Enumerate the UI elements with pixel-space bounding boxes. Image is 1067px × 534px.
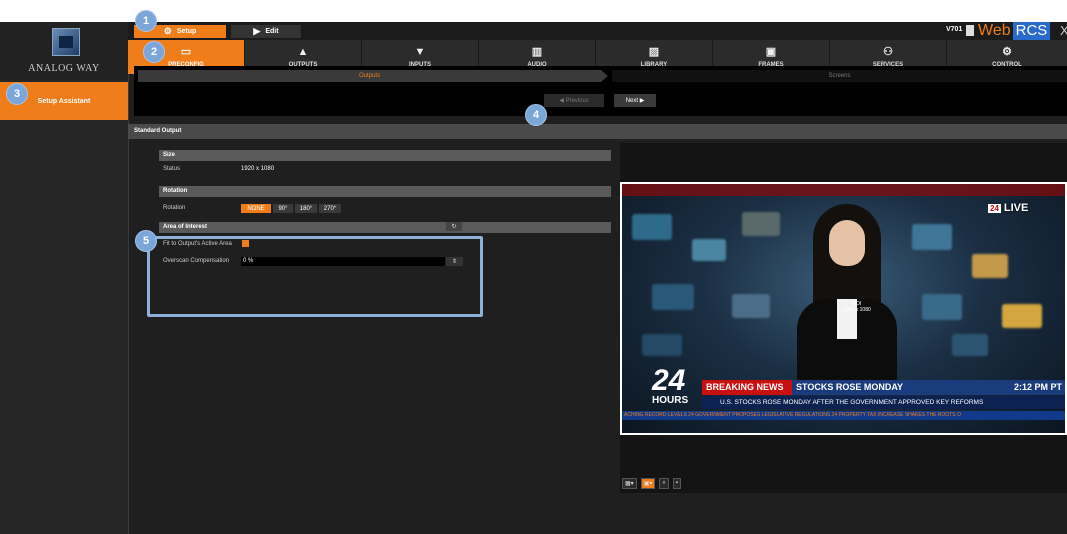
aoi-header: Area of Interest — [159, 222, 611, 233]
gear-icon: ⚙ — [163, 26, 172, 36]
rotation-270-button[interactable]: 270° — [319, 204, 341, 213]
live-text: LIVE — [1003, 202, 1029, 214]
status-label: Status — [163, 166, 181, 172]
rotation-180-button[interactable]: 180° — [295, 204, 317, 213]
preconfig-icon: ▭ — [180, 45, 192, 58]
services-icon: ⚇ — [883, 45, 893, 58]
bokeh-light — [1002, 304, 1042, 328]
rotation-header: Rotation — [159, 186, 611, 197]
analog-way-logo-icon — [52, 28, 80, 56]
aoi-highlight-box — [147, 236, 483, 317]
bokeh-light — [732, 294, 770, 318]
wizard-step-outputs[interactable]: Outputs — [138, 70, 601, 82]
bokeh-light — [692, 239, 726, 261]
live-channel-number: 24 — [988, 203, 1001, 213]
callout-2: 2 — [143, 41, 165, 63]
frames-icon: ▣ — [765, 45, 777, 58]
status-value: 1920 x 1080 — [241, 166, 275, 172]
logo-area: ANALOG WAY — [0, 22, 128, 80]
layout-dropdown-icon[interactable]: ▦▾ — [622, 477, 637, 489]
display-dropdown-icon[interactable]: ▣▾ — [640, 477, 656, 489]
callout-1: 1 — [135, 10, 157, 32]
zoom-icon[interactable]: ⌕ — [659, 477, 669, 489]
audio-icon: ▥ — [531, 45, 543, 58]
inputs-icon: ▼ — [414, 45, 426, 58]
clock-text: 2:12 PM PT — [1013, 382, 1062, 392]
wizard-step-screens[interactable]: Screens — [612, 70, 1067, 82]
preview-top-band — [622, 184, 1065, 196]
outputs-icon: ▲ — [297, 45, 309, 58]
play-icon: ▶ — [253, 26, 261, 36]
headline-text: STOCKS ROSE MONDAY — [796, 382, 904, 392]
top-bar: ⚙ Setup ▶ Edit V701 Web RCS X — [128, 22, 1067, 40]
aoi-reset-icon[interactable]: ↻ — [446, 222, 462, 231]
logo-text: ANALOG WAY — [28, 63, 100, 74]
bokeh-light — [972, 254, 1008, 278]
preview-toolbar: ▦▾ ▣▾ ⌕ ▪ — [622, 477, 681, 489]
live-badge: 24 LIVE — [988, 200, 1048, 216]
news-anchor — [797, 204, 897, 389]
ticker-bottom: ACHING RECORD LEVELS 24 GOVERNMENT PROPO… — [622, 411, 1065, 420]
close-icon[interactable]: X — [1060, 23, 1067, 38]
resolution-label: 1920 x 1080 — [843, 307, 871, 313]
section-title: Standard Output — [128, 124, 1067, 139]
wizard-arrow-icon — [601, 70, 608, 82]
edit-mode-label: Edit — [265, 28, 279, 35]
rotation-label: Rotation — [163, 205, 186, 211]
bokeh-light — [642, 334, 682, 356]
previous-button[interactable]: ◀ Previous — [544, 94, 604, 107]
version-label: V701 — [946, 26, 963, 33]
next-button[interactable]: Next ▶ — [614, 94, 656, 107]
brand-web: Web — [978, 22, 1011, 39]
brand-rcs: RCS — [1012, 22, 1051, 40]
bokeh-light — [652, 284, 694, 310]
size-header: Size — [159, 150, 611, 161]
bokeh-light — [912, 224, 952, 250]
control-gear-icon: ⚙ — [1002, 45, 1012, 58]
rotation-none-button[interactable]: NONE — [241, 204, 271, 213]
ticker-middle: U.S. STOCKS ROSE MONDAY AFTER THE GOVERN… — [702, 396, 1065, 409]
bokeh-light — [632, 214, 672, 240]
rotation-90-button[interactable]: 90° — [273, 204, 293, 213]
channel-hours-logo: HOURS — [652, 395, 689, 406]
channel-24-logo: 24 — [652, 364, 686, 397]
edit-mode-button[interactable]: ▶ Edit — [231, 25, 301, 38]
callout-5: 5 — [135, 230, 157, 252]
bokeh-light — [952, 334, 988, 356]
snapshot-icon[interactable]: ▪ — [672, 477, 681, 489]
webrcs-brand: Web RCS — [978, 22, 1051, 40]
bokeh-light — [922, 294, 962, 320]
setup-mode-label: Setup — [176, 28, 197, 35]
setup-wizard: Outputs Screens ◀ Previous Next ▶ — [134, 66, 1067, 116]
library-icon: ▨ — [648, 45, 660, 58]
callout-4: 4 — [525, 104, 547, 126]
aoi-resolution-label: AOI 1920 x 1080 — [832, 301, 882, 313]
bokeh-light — [742, 212, 780, 236]
manual-book-icon[interactable] — [966, 25, 974, 36]
breaking-news-label: BREAKING NEWS — [702, 380, 792, 395]
output-preview-image: AOI 1920 x 1080 24 LIVE BREAKING NEWS ST… — [620, 182, 1067, 435]
callout-3: 3 — [6, 83, 28, 105]
